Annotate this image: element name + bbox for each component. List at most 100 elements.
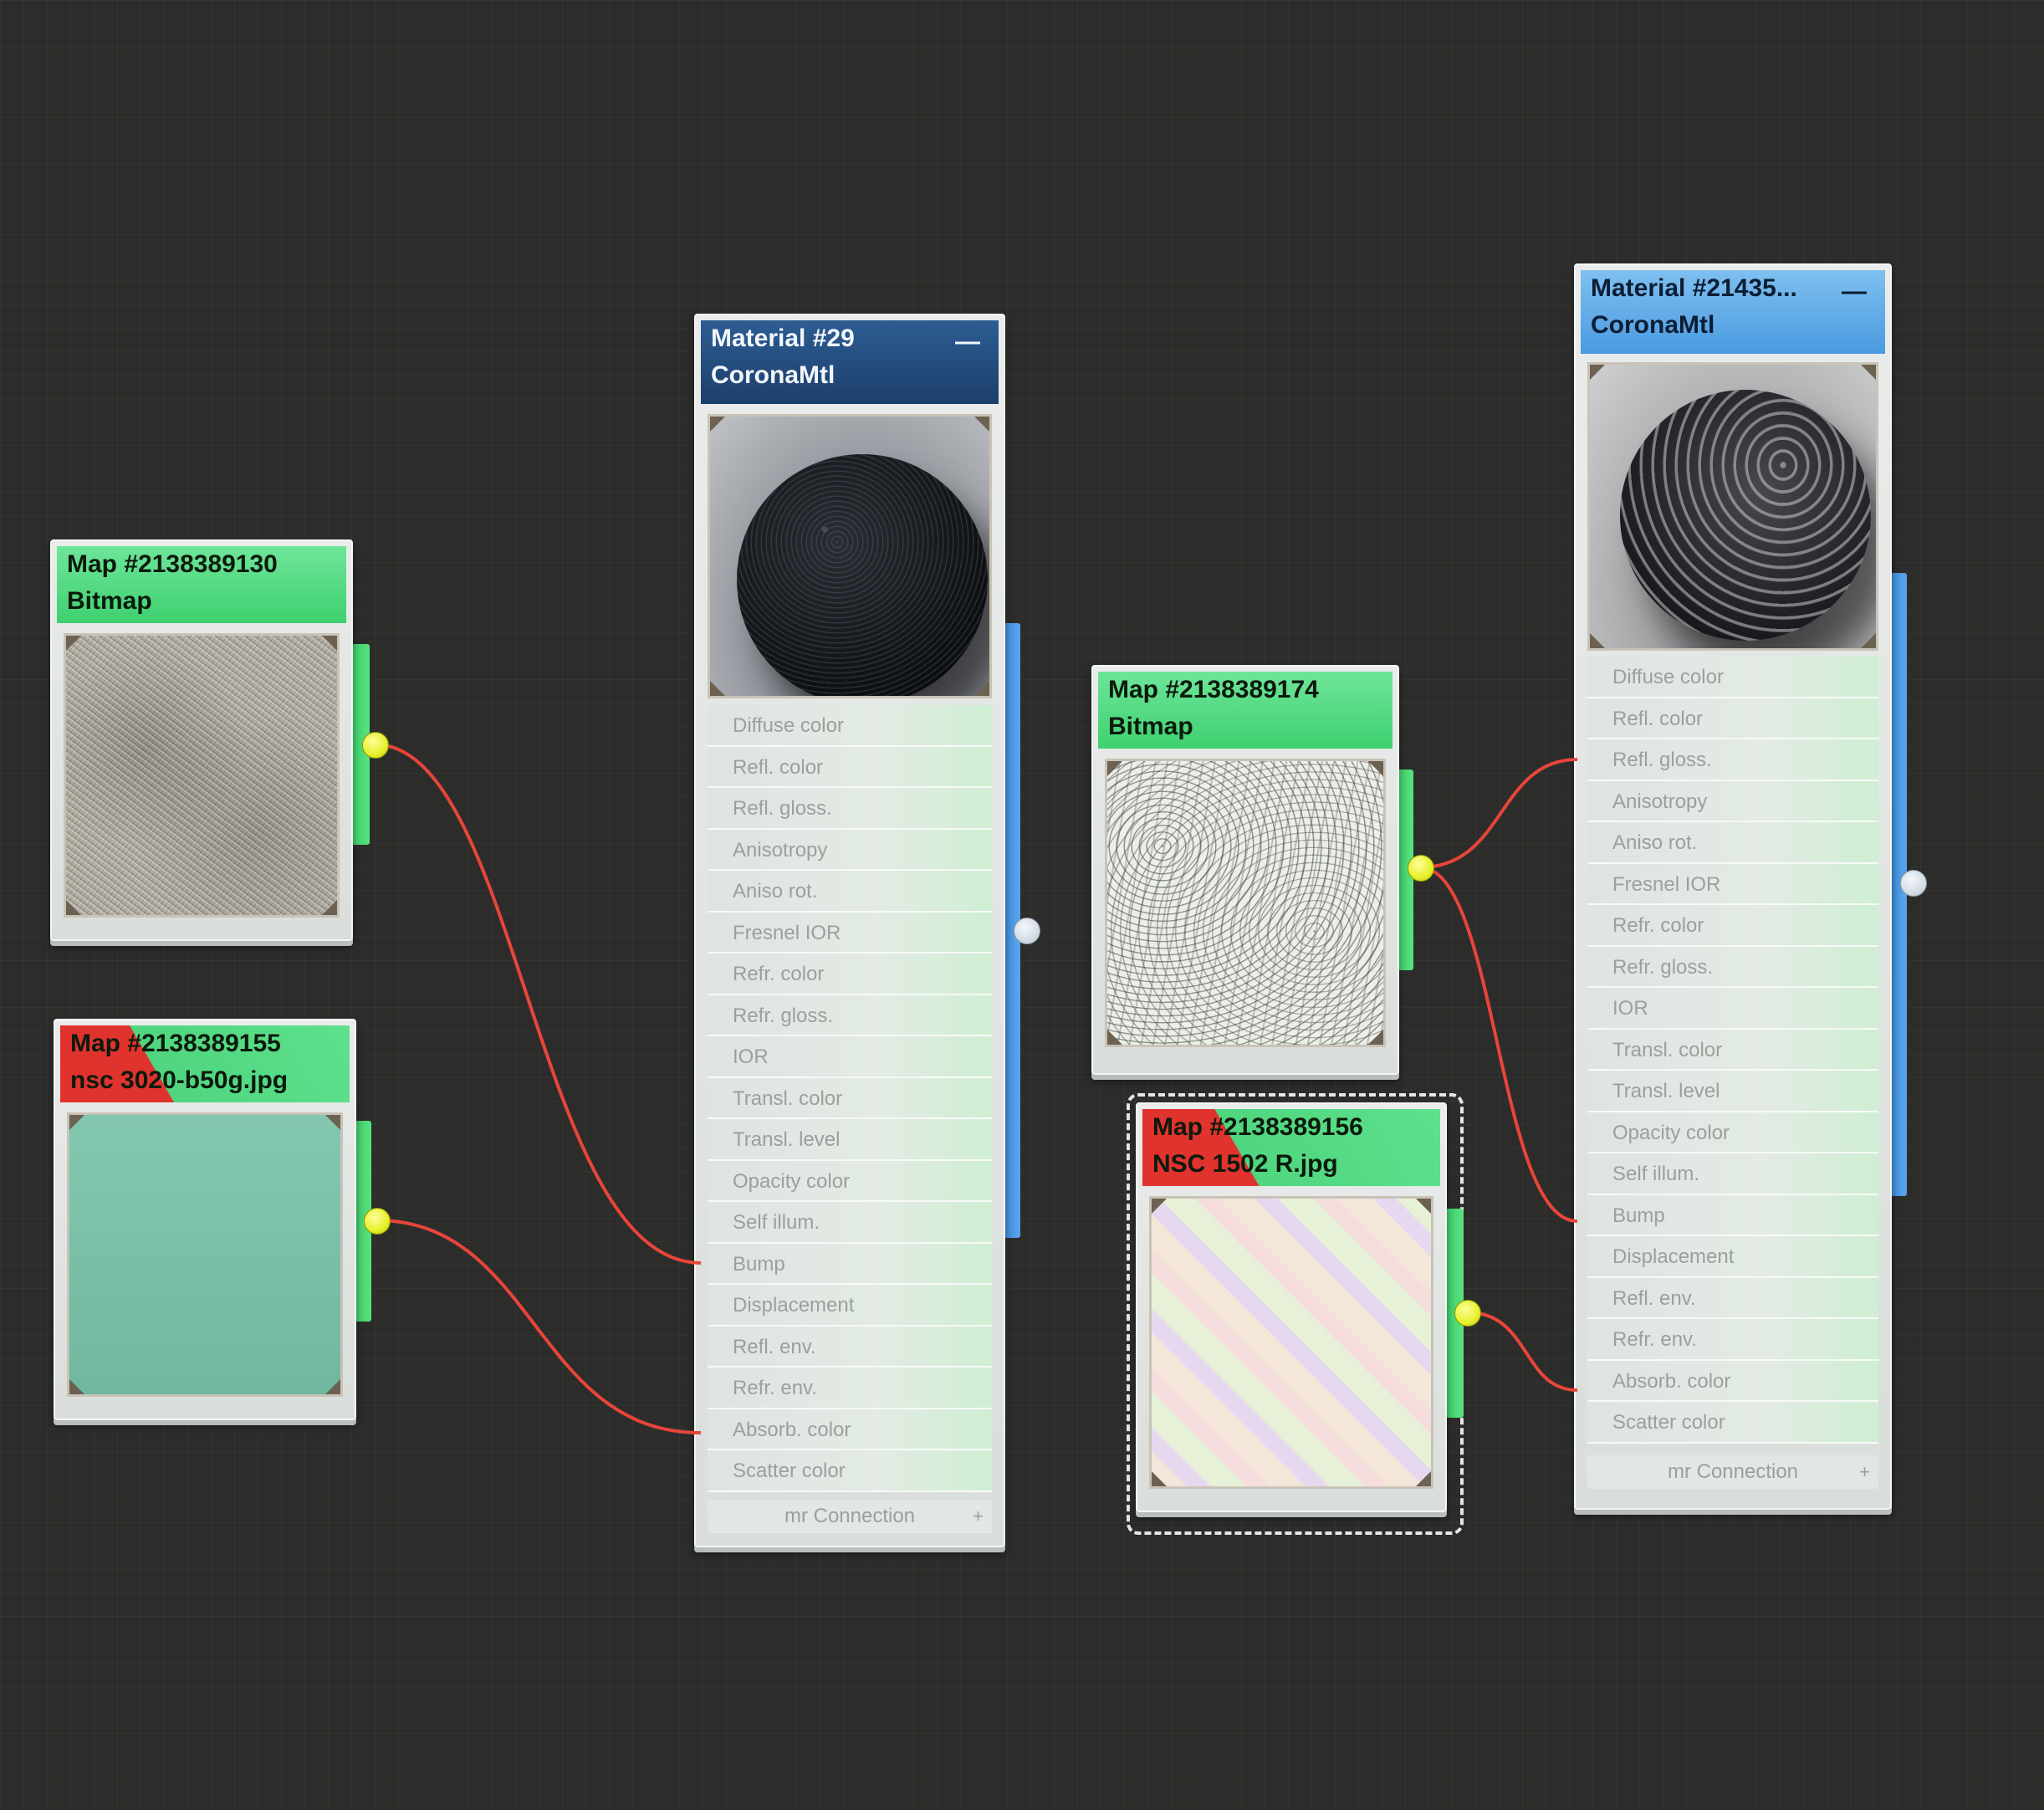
slot-label: Refl. env. xyxy=(733,1335,816,1358)
node-header[interactable]: Map #2138389174 Bitmap xyxy=(1098,672,1392,749)
slot-row[interactable]: Transl. color xyxy=(1587,1029,1878,1071)
slot-row[interactable]: Transl. level xyxy=(708,1119,992,1161)
node-map-2138389155[interactable]: Map #2138389155 nsc 3020-b50g.jpg xyxy=(54,1019,356,1420)
node-map-2138389156[interactable]: Map #2138389156 NSC 1502 R.jpg xyxy=(1136,1102,1447,1512)
node-header[interactable]: Material #29 CoronaMtl — xyxy=(701,320,999,404)
slot-row[interactable]: Aniso rot. xyxy=(708,871,992,913)
slot-label: Aniso rot. xyxy=(733,880,818,902)
slot-label: Absorb. color xyxy=(1612,1369,1731,1393)
slot-row[interactable]: Refr. color xyxy=(708,954,992,995)
map3-output-port[interactable] xyxy=(1408,855,1434,882)
slot-row[interactable]: Bump xyxy=(708,1243,992,1285)
wire-map3-to-refl-gloss[interactable] xyxy=(1419,758,1578,869)
slot-row[interactable]: Absorb. color xyxy=(1587,1360,1878,1402)
slot-row[interactable]: Anisotropy xyxy=(1587,780,1878,822)
slot-label: Refr. env. xyxy=(1612,1328,1697,1351)
node-material-21435[interactable]: Material #21435... CoronaMtl — Diffuse c… xyxy=(1574,263,1892,1510)
slot-row[interactable]: Opacity color xyxy=(708,1160,992,1202)
slot-row[interactable]: Displacement xyxy=(708,1285,992,1327)
slot-row[interactable]: Refl. gloss. xyxy=(1587,739,1878,781)
slot-row[interactable]: Refl. env. xyxy=(708,1326,992,1368)
wire-map4-to-absorb[interactable] xyxy=(1466,1311,1578,1392)
slot-row[interactable]: Displacement xyxy=(1587,1236,1878,1278)
slot-label: Displacement xyxy=(733,1294,855,1317)
slot-row[interactable]: Refl. gloss. xyxy=(708,788,992,830)
slot-row[interactable]: Fresnel IOR xyxy=(708,912,992,954)
node-title: Map #2138389130 xyxy=(67,550,278,578)
slot-row[interactable]: Refr. gloss. xyxy=(1587,946,1878,988)
slot-label: Refr. env. xyxy=(733,1377,817,1399)
slot-row[interactable]: Aniso rot. xyxy=(1587,822,1878,864)
slot-row[interactable]: Self illum. xyxy=(708,1202,992,1244)
slot-row[interactable]: Refl. env. xyxy=(1587,1277,1878,1319)
node-subtitle: Bitmap xyxy=(1108,713,1193,740)
plus-icon[interactable]: + xyxy=(973,1500,984,1533)
slot-label: Bump xyxy=(733,1252,785,1276)
mat2-output-port[interactable] xyxy=(1900,870,1927,897)
slot-row[interactable]: Scatter color xyxy=(708,1450,992,1492)
slot-label: Transl. color xyxy=(1612,1038,1723,1061)
map1-output-port[interactable] xyxy=(362,732,389,759)
slot-label: Diffuse color xyxy=(1612,666,1724,688)
wire-map1-to-bump[interactable] xyxy=(374,743,702,1265)
plus-icon[interactable]: + xyxy=(1859,1455,1870,1489)
slot-label: Anisotropy xyxy=(1612,790,1708,813)
slot-row[interactable]: Refr. env. xyxy=(1587,1319,1878,1361)
node-header[interactable]: Map #2138389130 Bitmap xyxy=(57,546,346,623)
slot-label: Transl. color xyxy=(733,1087,843,1110)
slate-material-editor-canvas[interactable]: Map #2138389130 Bitmap Map #2138389155 n… xyxy=(0,0,2044,1810)
wire-map2-to-absorb[interactable] xyxy=(376,1219,702,1434)
slot-row[interactable]: Refr. env. xyxy=(708,1368,992,1409)
node-map-2138389174[interactable]: Map #2138389174 Bitmap xyxy=(1091,665,1399,1075)
mr-connection-footer[interactable]: mr Connection + xyxy=(1587,1455,1878,1489)
slot-row[interactable]: Refr. gloss. xyxy=(708,994,992,1036)
slot-label: Transl. level xyxy=(1612,1080,1720,1102)
slot-row[interactable]: Diffuse color xyxy=(1587,657,1878,698)
slot-label: Opacity color xyxy=(733,1169,851,1193)
slot-row[interactable]: Refl. color xyxy=(1587,698,1878,739)
slot-row[interactable]: Absorb. color xyxy=(708,1409,992,1450)
material-preview xyxy=(708,414,992,698)
minimize-button[interactable]: — xyxy=(1842,279,1867,304)
node-header[interactable]: Material #21435... CoronaMtl — xyxy=(1581,270,1885,354)
map4-output-port[interactable] xyxy=(1454,1300,1481,1327)
minimize-button[interactable]: — xyxy=(955,330,980,355)
mr-connection-footer[interactable]: mr Connection + xyxy=(708,1500,992,1533)
slot-row[interactable]: Anisotropy xyxy=(708,829,992,871)
material-sphere xyxy=(737,454,988,696)
slot-row[interactable]: Refl. color xyxy=(708,746,992,788)
node-material-29[interactable]: Material #29 CoronaMtl — Diffuse color Re… xyxy=(694,314,1005,1547)
slot-label: Refl. gloss. xyxy=(1612,749,1712,771)
slot-row[interactable]: Self illum. xyxy=(1587,1153,1878,1195)
node-subtitle: nsc 3020-b50g.jpg xyxy=(70,1066,289,1094)
slot-label: Transl. level xyxy=(733,1128,841,1151)
slot-label: Absorb. color xyxy=(733,1418,851,1441)
slot-label: Refl. gloss. xyxy=(733,797,832,820)
mat1-output-port[interactable] xyxy=(1014,918,1040,944)
slot-row[interactable]: Refr. color xyxy=(1587,905,1878,947)
slot-label: Scatter color xyxy=(1612,1411,1725,1434)
slot-label: Refl. color xyxy=(1612,707,1704,730)
slot-row[interactable]: Fresnel IOR xyxy=(1587,863,1878,905)
material-preview xyxy=(1587,362,1878,651)
slot-row[interactable]: IOR xyxy=(708,1036,992,1078)
node-subtitle: CoronaMtl xyxy=(1591,311,1715,339)
slot-row[interactable]: Scatter color xyxy=(1587,1402,1878,1444)
bitmap-preview xyxy=(67,1112,343,1397)
slot-label: IOR xyxy=(733,1046,769,1068)
bitmap-preview xyxy=(64,633,340,918)
node-header[interactable]: Map #2138389155 nsc 3020-b50g.jpg xyxy=(60,1025,350,1102)
slot-label: Self illum. xyxy=(733,1211,820,1234)
slot-row[interactable]: Diffuse color xyxy=(708,705,992,747)
slot-row[interactable]: Transl. color xyxy=(708,1077,992,1119)
map2-output-port[interactable] xyxy=(364,1208,391,1235)
slot-label: Displacement xyxy=(1612,1245,1735,1268)
node-title: Map #2138389156 xyxy=(1152,1113,1363,1141)
slot-row[interactable]: IOR xyxy=(1587,988,1878,1030)
slot-row[interactable]: Transl. level xyxy=(1587,1071,1878,1112)
slot-row[interactable]: Bump xyxy=(1587,1194,1878,1236)
node-header[interactable]: Map #2138389156 NSC 1502 R.jpg xyxy=(1142,1109,1440,1186)
footer-label: mr Connection xyxy=(1667,1460,1799,1483)
slot-row[interactable]: Opacity color xyxy=(1587,1112,1878,1153)
node-map-2138389130[interactable]: Map #2138389130 Bitmap xyxy=(50,539,353,941)
